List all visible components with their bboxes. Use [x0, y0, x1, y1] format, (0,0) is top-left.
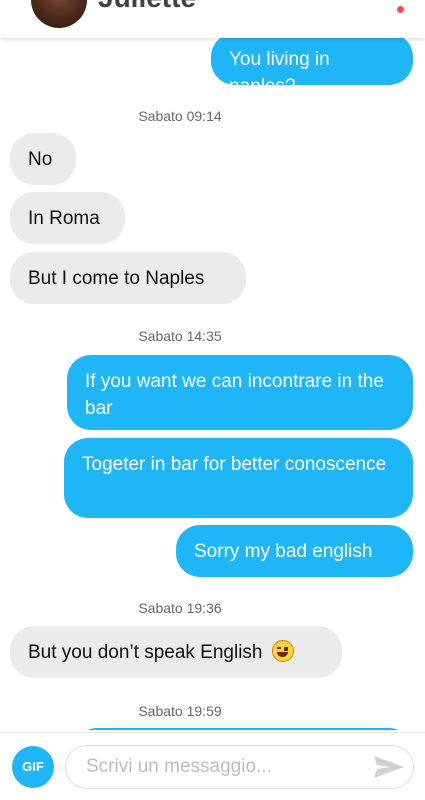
message-text: You living in naples? [229, 49, 330, 97]
message-bubble-outgoing[interactable]: Togeter in bar for better conoscence [64, 438, 413, 518]
message-text: But you don’t speak English [28, 642, 263, 663]
message-text: No [28, 149, 53, 170]
message-input-container[interactable] [65, 745, 414, 789]
send-button[interactable] [371, 754, 407, 780]
message-text: But I come to Naples [28, 268, 205, 289]
message-list[interactable]: You living in naples? Sabato 09:14 No In… [0, 0, 425, 730]
avatar[interactable] [31, 0, 87, 28]
message-text: In Roma [28, 208, 100, 229]
send-icon [374, 756, 404, 778]
message-bubble-incoming[interactable]: But you don’t speak English [10, 626, 342, 678]
chat-screen: You living in naples? Sabato 09:14 No In… [0, 0, 425, 800]
message-bubble-outgoing-partial[interactable] [73, 728, 413, 730]
message-bubble-outgoing[interactable]: You living in naples? [211, 33, 413, 97]
more-vertical-icon[interactable] [396, 0, 404, 14]
message-composer: GIF [0, 732, 425, 800]
message-text: Sorry my bad english [194, 541, 373, 562]
chat-header: Juliette [0, 0, 425, 38]
gif-button[interactable]: GIF [12, 746, 54, 788]
message-bubble-incoming[interactable]: In Roma [10, 192, 125, 244]
message-bubble-incoming[interactable]: No [10, 133, 76, 185]
timestamp: Sabato 09:14 [138, 108, 222, 124]
contact-name[interactable]: Juliette [98, 0, 196, 14]
message-text: Togeter in bar for better conoscence [82, 454, 387, 475]
timestamp: Sabato 19:36 [138, 600, 222, 616]
message-bubble-outgoing[interactable]: If you want we can incontrare in the bar [67, 355, 413, 430]
message-text: If you want we can incontrare in the bar [85, 371, 384, 419]
timestamp: Sabato 19:59 [138, 703, 222, 719]
timestamp: Sabato 14:35 [138, 328, 222, 344]
message-bubble-outgoing[interactable]: Sorry my bad english [176, 525, 413, 577]
message-bubble-incoming[interactable]: But I come to Naples [10, 252, 246, 304]
laughing-face-icon [271, 640, 294, 662]
message-input[interactable] [86, 752, 356, 782]
